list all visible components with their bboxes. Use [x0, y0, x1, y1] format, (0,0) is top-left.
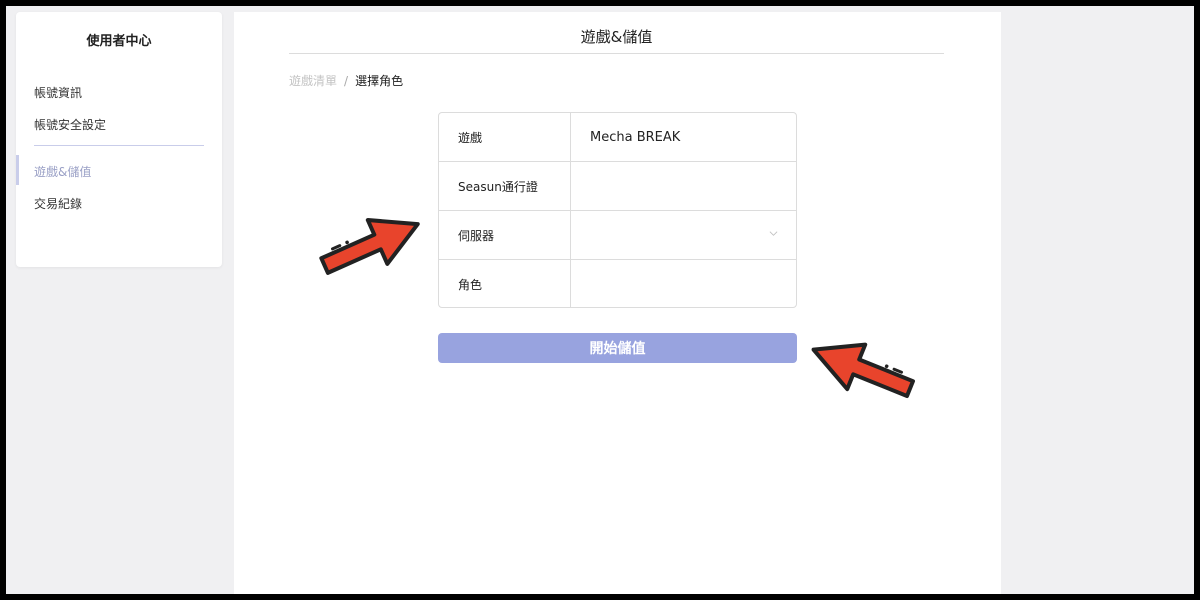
sidebar: 使用者中心 帳號資訊 帳號安全設定 遊戲&儲值 交易紀錄 [16, 12, 222, 267]
breadcrumb-game-list-link[interactable]: 遊戲清單 [289, 74, 337, 88]
sidebar-item-account-info[interactable]: 帳號資訊 [34, 84, 82, 101]
red-arrow-icon [811, 342, 915, 399]
character-label: 角色 [439, 260, 571, 307]
sidebar-title: 使用者中心 [86, 34, 152, 49]
main-panel: 遊戲&儲值 遊戲清單 / 選擇角色 遊戲 Mecha BREAK Seasun通行證… [234, 12, 1001, 594]
red-arrow-icon [319, 218, 420, 275]
seasun-pass-label: Seasun通行證 [439, 162, 571, 210]
character-select[interactable] [571, 260, 796, 307]
game-value: Mecha BREAK [590, 129, 681, 145]
sidebar-item-transactions[interactable]: 交易紀錄 [34, 195, 82, 212]
form-row-game: 遊戲 Mecha BREAK [439, 113, 796, 162]
sidebar-item-games-topup[interactable]: 遊戲&儲值 [34, 163, 91, 180]
server-select[interactable] [571, 211, 796, 259]
form-row-server: 伺服器 [439, 211, 796, 260]
sidebar-divider [34, 145, 204, 146]
game-label: 遊戲 [439, 113, 571, 161]
page-title: 遊戲&儲值 [289, 20, 944, 54]
page-viewport: 使用者中心 帳號資訊 帳號安全設定 遊戲&儲值 交易紀錄 遊戲&儲值 遊戲清單 /… [6, 6, 1194, 594]
form-row-seasun-pass: Seasun通行證 [439, 162, 796, 211]
recharge-form: 遊戲 Mecha BREAK Seasun通行證 伺服器 角色 [438, 112, 797, 308]
start-topup-button[interactable]: 開始儲值 [438, 333, 797, 363]
sidebar-active-indicator [16, 155, 19, 185]
breadcrumb: 遊戲清單 / 選擇角色 [289, 72, 403, 89]
sidebar-item-account-security[interactable]: 帳號安全設定 [34, 116, 106, 133]
chevron-down-icon [769, 231, 778, 236]
form-row-character: 角色 [439, 260, 796, 307]
seasun-pass-value [571, 162, 796, 210]
server-label: 伺服器 [439, 211, 571, 259]
breadcrumb-separator: / [344, 74, 349, 88]
breadcrumb-current: 選擇角色 [355, 74, 404, 88]
